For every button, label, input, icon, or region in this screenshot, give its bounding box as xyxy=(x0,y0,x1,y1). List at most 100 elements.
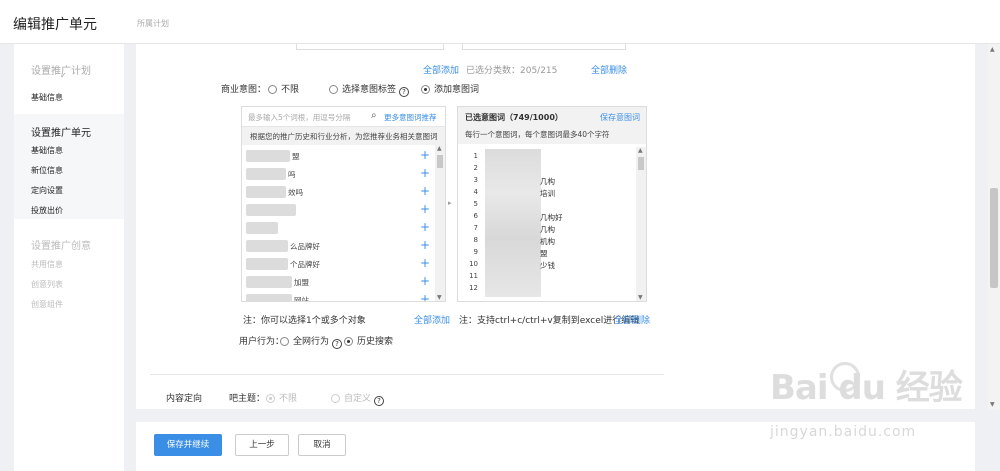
intent-label: 商业意图： xyxy=(221,85,267,95)
recommend-hint: 根据您的推广历史和行业分析，为您推荐业务相关意图词 xyxy=(242,127,445,145)
list-item[interactable]: + xyxy=(246,219,432,237)
left-footer-note: 注：你可以选择1个或多个对象 xyxy=(243,316,366,326)
plan-label: 所属计划 xyxy=(137,19,169,28)
category-box-left xyxy=(296,44,444,50)
content-targeting-label: 内容定向 xyxy=(166,394,203,404)
add-icon[interactable]: + xyxy=(420,274,430,288)
topic-label: 吧主题： xyxy=(229,394,266,404)
selected-intent-textarea[interactable]: 1 2 3 几构 4 培训 5 6 几构好 7 几构 8 机构 9盟 10 少钱 11 12 xyxy=(458,147,636,301)
radio-icon[interactable] xyxy=(280,337,289,346)
previous-step-button[interactable]: 上一步 xyxy=(235,434,289,456)
left-add-all-link[interactable]: 全部添加 xyxy=(414,313,450,326)
recommend-panel: 最多输入5个词根，用逗号分隔 ⌕ 更多意图词推荐 根据您的推广历史和行业分析，为… xyxy=(241,106,446,302)
scroll-up-icon: ▲ xyxy=(437,145,442,152)
selected-list-scrollbar[interactable]: ▲ ▼ xyxy=(636,147,646,301)
scroll-up-icon: ▲ xyxy=(638,147,643,154)
add-icon[interactable]: + xyxy=(420,184,430,198)
selected-intent-panel: 已选意图词（749/1000） 保存意图词 每行一个意图词，每个意图词最多40个… xyxy=(457,106,647,302)
radio-icon[interactable] xyxy=(331,394,340,403)
watermark-url: jingyan.baidu.com xyxy=(770,424,917,440)
page-scrollbar[interactable]: ▲ ▼ xyxy=(988,44,1000,410)
behavior-option-network[interactable]: 全网行为? xyxy=(280,334,343,349)
list-item: 5 xyxy=(473,200,478,208)
add-icon[interactable]: + xyxy=(420,202,430,216)
list-item: 3 几构 xyxy=(473,176,555,186)
add-icon[interactable]: + xyxy=(420,256,430,270)
watermark-logo: Bai du 经验 xyxy=(770,368,963,408)
list-item: 7 几构 xyxy=(473,224,555,234)
add-icon[interactable]: + xyxy=(420,220,430,234)
scroll-down-icon: ▼ xyxy=(437,294,442,301)
sidebar-section-creative[interactable]: 设置推广创意 xyxy=(31,237,91,252)
radio-icon[interactable] xyxy=(344,337,353,346)
main-panel: 全部添加 已选分类数：205/215 全部删除 商业意图： 不限 选择意图标签?… xyxy=(136,44,975,409)
right-delete-all-link[interactable]: 全部删除 xyxy=(614,313,650,326)
top-add-all-link[interactable]: 全部添加 xyxy=(423,63,459,76)
sidebar-item-unit-basic[interactable]: 基础信息 xyxy=(31,145,63,156)
top-delete-all-link[interactable]: 全部删除 xyxy=(591,63,627,76)
list-item[interactable]: + xyxy=(246,201,432,219)
page-title: 编辑推广单元 xyxy=(13,17,97,33)
topic-option-custom[interactable]: 自定义? xyxy=(331,391,385,406)
list-item: 9盟 xyxy=(473,248,548,258)
behavior-option-history[interactable]: 历史搜索 xyxy=(344,334,393,347)
sidebar-item-bidding[interactable]: 投放出价 xyxy=(31,205,63,216)
keyword-search[interactable]: 最多输入5个词根，用逗号分隔 ⌕ 更多意图词推荐 xyxy=(242,107,445,127)
intent-option-words[interactable]: 添加意图词 xyxy=(421,82,479,95)
scroll-down-icon[interactable]: ▼ xyxy=(990,401,995,408)
more-intent-link[interactable]: 更多意图词推荐 xyxy=(384,112,437,123)
list-item: 6 几构好 xyxy=(473,212,563,222)
sidebar-item-plan-basic[interactable]: 基础信息 xyxy=(31,92,63,103)
radio-icon[interactable] xyxy=(329,85,338,94)
sidebar-item-position[interactable]: 新位信息 xyxy=(31,165,63,176)
keyword-list: 盟 + 吗 + 效吗 + + + 么品牌好 + 个品牌好 + 加盟 + 网站 + xyxy=(242,145,435,301)
add-icon[interactable]: + xyxy=(420,148,430,162)
list-item[interactable]: 盟 + xyxy=(246,147,432,165)
radio-icon[interactable] xyxy=(266,394,275,403)
add-icon[interactable]: + xyxy=(420,292,430,301)
help-icon[interactable]: ? xyxy=(399,87,410,97)
sidebar-item-shared-info[interactable]: 共用信息 xyxy=(31,259,63,270)
selected-panel-header: 已选意图词（749/1000） 保存意图词 每行一个意图词，每个意图词最多40个… xyxy=(458,107,646,144)
keyword-list-scrollbar[interactable]: ▲ ▼ xyxy=(435,145,445,301)
right-footer-note: 注：支持ctrl+c/ctrl+v复制到excel进行编辑 xyxy=(459,316,640,326)
help-icon[interactable]: ? xyxy=(374,396,385,406)
selected-subtitle: 每行一个意图词，每个意图词最多40个字符 xyxy=(465,130,610,139)
list-item[interactable]: 个品牌好 + xyxy=(246,255,432,273)
list-item: 12 xyxy=(469,284,478,292)
intent-option-unlimited[interactable]: 不限 xyxy=(268,82,299,95)
save-intent-link[interactable]: 保存意图词 xyxy=(600,112,640,123)
scroll-up-icon[interactable]: ▲ xyxy=(990,46,995,53)
radio-icon[interactable] xyxy=(268,85,277,94)
list-item: 1 xyxy=(473,152,478,160)
list-item: 10 少钱 xyxy=(469,260,555,270)
topic-option-unlimited[interactable]: 不限 xyxy=(266,391,297,404)
list-item: 2 xyxy=(473,164,478,172)
list-item[interactable]: 网站 + xyxy=(246,291,432,301)
save-continue-button[interactable]: 保存并继续 xyxy=(154,434,222,456)
sidebar-item-creative-list[interactable]: 创意列表 xyxy=(31,279,63,290)
section-divider xyxy=(150,374,664,375)
sidebar-item-targeting[interactable]: 定向设置 xyxy=(31,185,63,196)
scroll-thumb[interactable] xyxy=(990,188,998,288)
cancel-button[interactable]: 取消 xyxy=(298,434,346,456)
radio-icon[interactable] xyxy=(421,85,430,94)
category-box-right xyxy=(462,44,626,50)
list-item[interactable]: 吗 + xyxy=(246,165,432,183)
intent-option-tags[interactable]: 选择意图标签? xyxy=(329,82,410,97)
transfer-arrow-icon[interactable]: ▸ xyxy=(448,199,452,207)
sidebar-item-creative-components[interactable]: 创意组件 xyxy=(31,299,63,310)
list-item[interactable]: 么品牌好 + xyxy=(246,237,432,255)
add-icon[interactable]: + xyxy=(420,238,430,252)
list-item[interactable]: 加盟 + xyxy=(246,273,432,291)
list-item: 8 机构 xyxy=(473,236,555,246)
list-item[interactable]: 效吗 + xyxy=(246,183,432,201)
list-item: 4 培训 xyxy=(473,188,555,198)
add-icon[interactable]: + xyxy=(420,166,430,180)
search-input[interactable]: 最多输入5个词根，用逗号分隔 xyxy=(248,112,350,123)
scroll-down-icon: ▼ xyxy=(638,294,643,301)
help-icon[interactable]: ? xyxy=(332,339,343,349)
sidebar-section-unit[interactable]: 设置推广单元 xyxy=(31,124,91,139)
behavior-label: 用户行为： xyxy=(239,337,285,347)
search-icon[interactable]: ⌕ xyxy=(371,110,377,121)
